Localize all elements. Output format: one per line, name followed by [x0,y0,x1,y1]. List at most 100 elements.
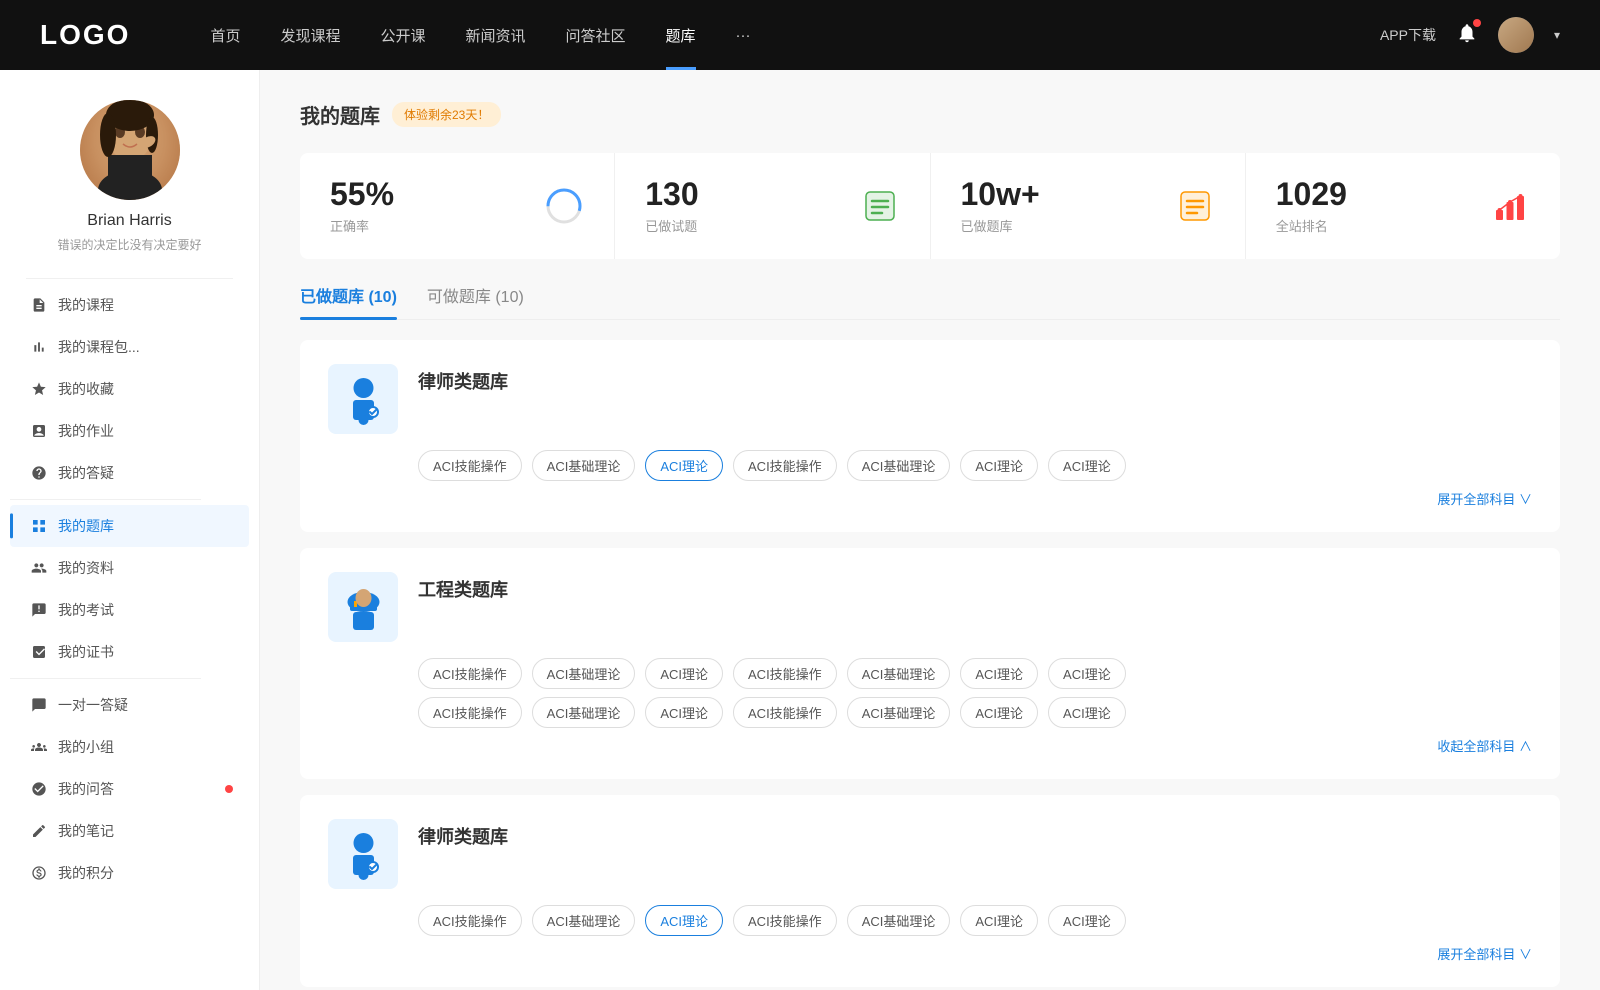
sidebar-label-mypoints: 我的积分 [58,863,114,883]
tabs-row: 已做题库 (10) 可做题库 (10) [300,283,1560,320]
tag-3-5[interactable]: ACI理论 [960,905,1038,936]
sidebar-item-mycertificate[interactable]: 我的证书 [10,631,249,673]
tag-2-r2-5[interactable]: ACI理论 [960,697,1038,728]
tag-3-6[interactable]: ACI理论 [1048,905,1126,936]
user-avatar-nav[interactable] [1498,17,1534,53]
nav-questionbank[interactable]: 题库 [646,0,716,70]
tab-done[interactable]: 已做题库 (10) [300,283,397,319]
nav-discover[interactable]: 发现课程 [260,0,360,70]
sidebar-item-mynotes[interactable]: 我的笔记 [10,810,249,852]
sidebar-item-myprofile[interactable]: 我的资料 [10,547,249,589]
divider-1 [26,278,233,279]
bank-card-3-header: 律师类题库 [328,819,1532,889]
tag-2-r2-2[interactable]: ACI理论 [645,697,723,728]
nav-news[interactable]: 新闻资讯 [446,0,546,70]
tag-1-0[interactable]: ACI技能操作 [418,450,522,481]
tab-todo[interactable]: 可做题库 (10) [427,283,524,319]
nav-open-course[interactable]: 公开课 [360,0,445,70]
tag-3-3[interactable]: ACI技能操作 [733,905,837,936]
user-motto: 错误的决定比没有决定要好 [37,236,221,253]
group-icon [30,738,48,756]
bank-title-3: 律师类题库 [418,819,508,849]
notification-bell[interactable] [1456,22,1478,49]
file-icon [30,601,48,619]
stat-accuracy: 55% 正确率 [300,153,615,259]
tag-1-2[interactable]: ACI理论 [645,450,723,481]
logo[interactable]: LOGO [40,19,130,51]
user-avatar [80,100,180,200]
sidebar-label-one-on-one: 一对一答疑 [58,695,128,715]
bank-card-1: 律师类题库 ACI技能操作 ACI基础理论 ACI理论 ACI技能操作 ACI基… [300,340,1560,532]
sidebar-item-myqa[interactable]: 我的答疑 [10,452,249,494]
bank-title-2: 工程类题库 [418,572,508,602]
divider-2 [10,499,201,500]
divider-3 [10,678,201,679]
stat-accuracy-label: 正确率 [330,216,528,235]
tag-3-4[interactable]: ACI基础理论 [847,905,951,936]
tag-2-r1-1[interactable]: ACI基础理论 [532,658,636,689]
tag-2-r2-3[interactable]: ACI技能操作 [733,697,837,728]
stat-accuracy-value: 55% [330,177,528,212]
sidebar-item-mygroup[interactable]: 我的小组 [10,726,249,768]
tag-2-r1-2[interactable]: ACI理论 [645,658,723,689]
sidebar-item-one-on-one[interactable]: 一对一答疑 [10,684,249,726]
bank-title-1: 律师类题库 [418,364,508,394]
tag-3-0[interactable]: ACI技能操作 [418,905,522,936]
tag-2-r2-6[interactable]: ACI理论 [1048,697,1126,728]
grid-icon [30,517,48,535]
question-circle-icon [30,464,48,482]
tag-1-3[interactable]: ACI技能操作 [733,450,837,481]
stat-accuracy-text: 55% 正确率 [330,177,528,235]
sidebar-item-mypoints[interactable]: 我的积分 [10,852,249,894]
tag-2-r2-1[interactable]: ACI基础理论 [532,697,636,728]
bank-card-2: 工程类题库 ACI技能操作 ACI基础理论 ACI理论 ACI技能操作 ACI基… [300,548,1560,779]
sidebar-label-myfavorite: 我的收藏 [58,379,114,399]
tag-2-r1-5[interactable]: ACI理论 [960,658,1038,689]
expand-link-1[interactable]: 展开全部科目 ∨ [328,489,1532,508]
collapse-link-2[interactable]: 收起全部科目 ∧ [328,736,1532,755]
bank-tags-2-row1: ACI技能操作 ACI基础理论 ACI理论 ACI技能操作 ACI基础理论 AC… [418,658,1532,689]
app-download-button[interactable]: APP下载 [1380,25,1436,45]
sidebar-item-myquestionbank[interactable]: 我的题库 [10,505,249,547]
nav-qa[interactable]: 问答社区 [546,0,646,70]
sidebar-item-myquestions[interactable]: 我的问答 [10,768,249,810]
tag-3-2[interactable]: ACI理论 [645,905,723,936]
sidebar-item-mycourse[interactable]: 我的课程 [10,284,249,326]
sidebar-item-mycoursepack[interactable]: 我的课程包... [10,326,249,368]
nav-more[interactable]: ··· [716,0,771,70]
avatar-image [1498,17,1534,53]
sidebar-label-mycourse: 我的课程 [58,295,114,315]
page-header: 我的题库 体验剩余23天！ [300,100,1560,129]
tag-2-r1-4[interactable]: ACI基础理论 [847,658,951,689]
page-title: 我的题库 [300,100,380,129]
orange-list-icon [1175,186,1215,226]
user-name: Brian Harris [87,212,171,230]
tag-2-r2-0[interactable]: ACI技能操作 [418,697,522,728]
tag-2-r1-3[interactable]: ACI技能操作 [733,658,837,689]
bar-chart-icon [1490,186,1530,226]
sidebar-item-myhomework[interactable]: 我的作业 [10,410,249,452]
note-icon [30,822,48,840]
tag-2-r1-6[interactable]: ACI理论 [1048,658,1126,689]
tag-3-1[interactable]: ACI基础理论 [532,905,636,936]
chart-bar-icon [30,338,48,356]
expand-link-3[interactable]: 展开全部科目 ∨ [328,944,1532,963]
tag-1-5[interactable]: ACI理论 [960,450,1038,481]
navbar: LOGO 首页 发现课程 公开课 新闻资讯 问答社区 题库 ··· APP下载 … [0,0,1600,70]
nav-home[interactable]: 首页 [190,0,260,70]
tag-1-6[interactable]: ACI理论 [1048,450,1126,481]
tag-2-r2-4[interactable]: ACI基础理论 [847,697,951,728]
sidebar-item-myexam[interactable]: 我的考试 [10,589,249,631]
sidebar-menu: 我的课程 我的课程包... 我的收藏 我的作业 [0,284,259,894]
tag-1-4[interactable]: ACI基础理论 [847,450,951,481]
stats-row: 55% 正确率 130 已做试题 [300,153,1560,259]
certificate-icon [30,643,48,661]
sidebar-label-mynotes: 我的笔记 [58,821,114,841]
tag-2-r1-0[interactable]: ACI技能操作 [418,658,522,689]
sidebar-label-myprofile: 我的资料 [58,558,114,578]
pie-chart-icon [544,186,584,226]
tag-1-1[interactable]: ACI基础理论 [532,450,636,481]
sidebar-label-mycertificate: 我的证书 [58,642,114,662]
sidebar-item-myfavorite[interactable]: 我的收藏 [10,368,249,410]
user-dropdown-arrow[interactable]: ▾ [1554,28,1560,42]
